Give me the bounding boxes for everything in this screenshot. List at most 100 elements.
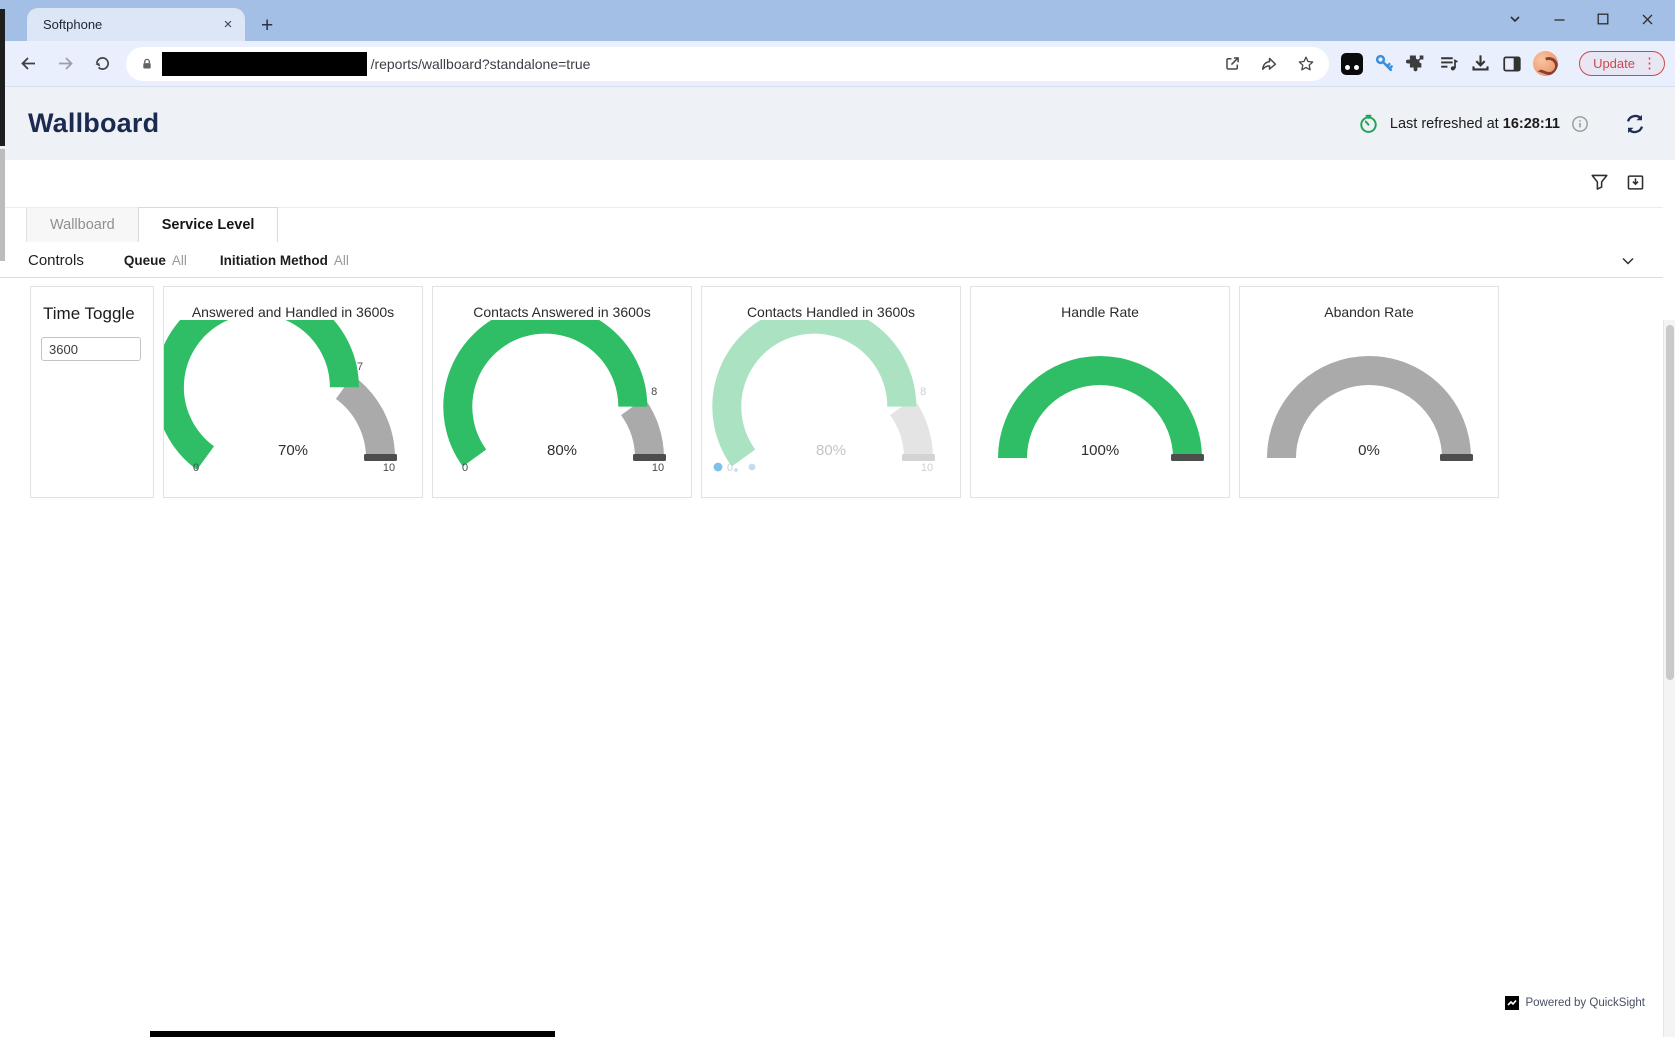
left-edge-artifact-light: [0, 149, 5, 261]
page-header: Wallboard Last refreshed at 16:28:11: [0, 87, 1675, 160]
gauge-axis-min: 0: [462, 462, 468, 474]
gauge-cards: Answered and Handled in 3600s70%7010Cont…: [163, 286, 1499, 498]
url-redaction-bar: [162, 52, 367, 76]
lock-icon[interactable]: [140, 56, 154, 72]
extensions-puzzle-icon[interactable]: [1406, 53, 1427, 74]
reload-button[interactable]: [88, 49, 117, 79]
page-title: Wallboard: [28, 108, 159, 139]
gauge-card[interactable]: Abandon Rate 0%: [1239, 286, 1499, 498]
gauge-card[interactable]: Contacts Answered in 3600s 80% 8 0 10: [432, 286, 692, 498]
gauge-percent-label: 70%: [278, 442, 308, 459]
browser-tab-title: Softphone: [43, 17, 102, 32]
scrollbar-thumb[interactable]: [1666, 325, 1674, 680]
filter-icon[interactable]: [1590, 173, 1609, 192]
gauge-chart: 100%: [971, 320, 1229, 492]
vertical-scrollbar[interactable]: [1663, 320, 1675, 1037]
gauge-card[interactable]: Contacts Handled in 3600s80%8010: [701, 286, 961, 498]
tab-close-icon[interactable]: ×: [219, 16, 237, 34]
last-refreshed-text: Last refreshed at 16:28:11: [1390, 116, 1560, 132]
bookmark-star-icon[interactable]: [1297, 55, 1315, 73]
tab-wallboard-label: Wallboard: [50, 217, 115, 233]
gauge-card[interactable]: Answered and Handled in 3600s 70% 7 0 10: [163, 286, 423, 498]
filter-initiation-method-label: Initiation Method: [220, 253, 328, 268]
gauge-chart: 80% 8 0 10: [433, 320, 691, 492]
gauge-title: Contacts Answered in 3600s: [433, 304, 691, 320]
gauge-end-tick: [1171, 454, 1204, 461]
browser-toolbar: /reports/wallboard?standalone=true: [0, 41, 1675, 87]
dashboard-content: Wallboard Service Level Controls Queue A…: [0, 160, 1675, 1037]
url-path-text: /reports/wallboard?standalone=true: [371, 56, 591, 72]
side-panel-icon[interactable]: [1502, 54, 1522, 74]
gauge-chart: 0%: [1240, 320, 1498, 492]
profile-avatar[interactable]: [1533, 51, 1558, 76]
window-maximize-button[interactable]: [1581, 13, 1625, 25]
filter-queue-value: All: [172, 253, 187, 268]
new-tab-button[interactable]: +: [261, 15, 273, 36]
gauge-chart: 80%8010: [702, 320, 960, 492]
gauge-chart: 70% 7 0 10: [164, 320, 422, 492]
tab-service-level[interactable]: Service Level: [138, 207, 279, 242]
gauge-title: Handle Rate: [971, 304, 1229, 320]
redacted-extension-icon[interactable]: [1341, 53, 1363, 75]
downloads-icon[interactable]: [1470, 53, 1491, 74]
gauge-title: Contacts Handled in 3600s: [702, 304, 960, 320]
tab-service-level-label: Service Level: [162, 217, 255, 233]
playlist-extension-icon[interactable]: [1438, 53, 1459, 74]
collapse-controls-chevron-icon[interactable]: [1619, 252, 1637, 270]
filter-initiation-method-value: All: [334, 253, 349, 268]
gauge-axis-max: 10: [652, 462, 664, 474]
open-in-new-icon[interactable]: [1224, 55, 1241, 72]
last-refreshed-time: 16:28:11: [1503, 116, 1560, 132]
forward-button[interactable]: [51, 49, 80, 79]
gauge-percent-label: 0%: [1358, 442, 1380, 459]
gauge-axis-max: 10: [921, 462, 933, 474]
back-button[interactable]: [14, 49, 43, 79]
gauge-end-tick: [633, 454, 666, 461]
window-minimize-button[interactable]: [1537, 13, 1581, 26]
gauge-end-tick: [902, 454, 935, 461]
time-toggle-title: Time Toggle: [43, 304, 153, 324]
gauge-percent-label: 80%: [547, 442, 577, 459]
url-bar[interactable]: /reports/wallboard?standalone=true: [126, 47, 1330, 81]
key-extension-icon[interactable]: [1374, 53, 1395, 74]
refresh-icon[interactable]: [1623, 112, 1647, 136]
gauge-card[interactable]: Handle Rate 100%: [970, 286, 1230, 498]
gauge-axis-min: 0: [193, 462, 199, 474]
gauge-threshold-label: 8: [920, 386, 926, 398]
bottom-redaction-bar: [150, 1031, 555, 1037]
browser-tab-strip: Softphone × +: [0, 0, 1675, 41]
filter-initiation-method[interactable]: Initiation Method All: [220, 253, 349, 268]
powered-by-quicksight[interactable]: Powered by QuickSight: [1505, 996, 1645, 1010]
controls-row: Controls Queue All Initiation Method All: [0, 244, 1663, 278]
filter-queue-label: Queue: [124, 253, 166, 268]
export-icon[interactable]: [1626, 173, 1645, 192]
gauge-threshold-label: 7: [357, 361, 363, 373]
share-icon[interactable]: [1260, 55, 1278, 72]
gauge-title: Answered and Handled in 3600s: [164, 304, 422, 320]
quicksight-logo-icon: [1505, 996, 1519, 1010]
time-toggle-input[interactable]: [41, 337, 141, 361]
gauge-end-tick: [364, 454, 397, 461]
timer-icon: [1358, 113, 1379, 134]
tab-search-chevron-icon[interactable]: [1493, 12, 1537, 26]
sheet-tab-bar: Wallboard Service Level: [26, 207, 278, 242]
browser-menu-kebab-icon[interactable]: ⋮: [1642, 57, 1657, 70]
browser-tab[interactable]: Softphone ×: [27, 8, 245, 41]
cards-row: Time Toggle Answered and Handled in 3600…: [30, 286, 1499, 498]
time-toggle-card: Time Toggle: [30, 286, 154, 498]
info-icon[interactable]: [1571, 115, 1589, 133]
tab-wallboard[interactable]: Wallboard: [26, 208, 138, 242]
window-close-button[interactable]: [1625, 13, 1669, 26]
controls-title: Controls: [28, 252, 84, 269]
update-button-label: Update: [1593, 56, 1635, 71]
last-refreshed-prefix: Last refreshed at: [1390, 116, 1499, 132]
gauge-percent-label: 100%: [1081, 442, 1119, 459]
gauge-title: Abandon Rate: [1240, 304, 1498, 320]
filter-queue[interactable]: Queue All: [124, 253, 187, 268]
update-button[interactable]: Update ⋮: [1579, 51, 1665, 76]
gauge-threshold-label: 8: [651, 386, 657, 398]
svg-text:0: 0: [727, 462, 733, 474]
gauge-axis-max: 10: [383, 462, 395, 474]
gauge-end-tick: [1440, 454, 1473, 461]
powered-by-label: Powered by QuickSight: [1525, 997, 1645, 1009]
